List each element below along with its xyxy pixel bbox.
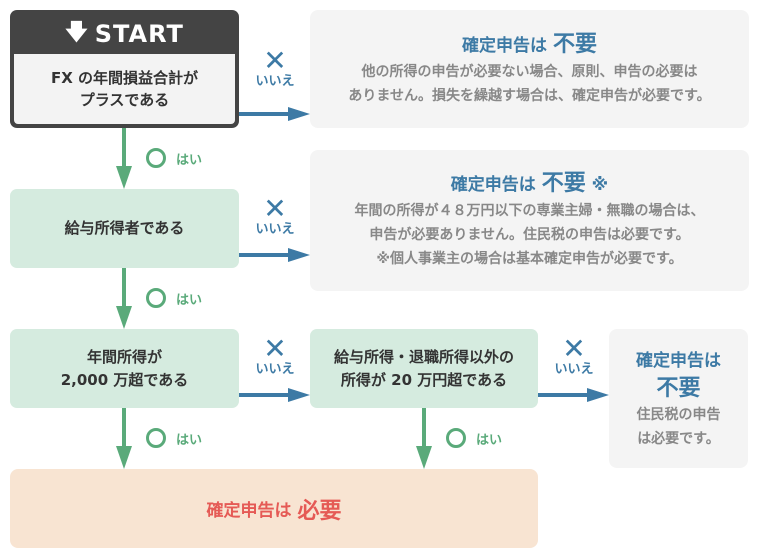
circle-icon bbox=[446, 428, 466, 448]
result-desc-line: 申告が必要ありません。住民税の申告は必要です。 bbox=[369, 227, 690, 243]
yes-label-2: はい bbox=[146, 288, 202, 308]
no-arrow-4 bbox=[538, 388, 609, 402]
result-not-required-2: 確定申告は 不要 ※ 年間の所得が４８万円以下の専業主婦・無職の場合は、 申告が… bbox=[310, 150, 749, 291]
result-desc-line: 住民税の申告 bbox=[636, 406, 721, 423]
result-desc-line: 年間の所得が４８万円以下の専業主婦・無職の場合は、 bbox=[354, 203, 705, 219]
circle-icon bbox=[146, 148, 166, 168]
result-title: 確定申告は 不要 bbox=[462, 31, 597, 60]
cross-icon: ✕ bbox=[263, 192, 287, 225]
no-arrow-3 bbox=[239, 388, 310, 402]
yes-text: はい bbox=[176, 292, 203, 308]
result-desc-line: 他の所得の申告が必要ない場合、原則、申告の必要は bbox=[361, 63, 698, 80]
yes-text: はい bbox=[176, 152, 203, 168]
result-title-text: 確定申告は bbox=[636, 350, 721, 371]
no-text: いいえ bbox=[255, 74, 295, 89]
no-label-2: ✕ いいえ bbox=[245, 192, 305, 238]
question-text-line: 所得が 20 万円超である bbox=[340, 370, 508, 389]
yes-text: はい bbox=[476, 432, 503, 448]
result-required: 確定申告は 必要 bbox=[10, 469, 538, 548]
cross-icon: ✕ bbox=[263, 44, 287, 77]
result-title-text: 確定申告は bbox=[206, 501, 292, 521]
result-emphasis: 不要 bbox=[656, 375, 701, 401]
yes-arrow-4 bbox=[416, 408, 432, 469]
start-header: 🡇 START bbox=[14, 14, 235, 54]
start-node: 🡇 START FX の年間損益合計が プラスである bbox=[10, 10, 239, 128]
question-salaried: 給与所得者である bbox=[10, 189, 239, 268]
no-text: いいえ bbox=[554, 362, 594, 377]
question-income-over-20m: 年間所得が 2,000 万超である bbox=[10, 329, 239, 408]
result-title-text: 確定申告は bbox=[462, 35, 548, 56]
question-text-line: プラスである bbox=[79, 91, 170, 109]
yes-label-3: はい bbox=[146, 428, 202, 448]
question-other-income-over-200k: 給与所得・退職所得以外の 所得が 20 万円超である bbox=[310, 329, 538, 408]
start-label: START bbox=[94, 20, 184, 48]
note-mark: ※ bbox=[591, 175, 609, 195]
no-arrow-2 bbox=[239, 248, 310, 262]
result-emphasis: 不要 bbox=[552, 31, 597, 57]
cross-icon: ✕ bbox=[562, 332, 586, 365]
yes-arrow-1 bbox=[116, 128, 132, 189]
question-text-line: 給与所得者である bbox=[64, 219, 185, 237]
no-arrow-1 bbox=[239, 107, 310, 121]
yes-label-4: はい bbox=[446, 428, 502, 448]
result-desc-line: は必要です。 bbox=[637, 430, 720, 447]
yes-label-1: はい bbox=[146, 148, 202, 168]
yes-arrow-2 bbox=[116, 268, 132, 329]
no-text: いいえ bbox=[255, 222, 295, 237]
yes-arrow-3 bbox=[116, 408, 132, 469]
question-text-line: 給与所得・退職所得以外の bbox=[333, 347, 514, 366]
result-not-required-3: 確定申告は 不要 住民税の申告 は必要です。 bbox=[609, 329, 748, 468]
no-text: いいえ bbox=[255, 362, 295, 377]
yes-text: はい bbox=[176, 432, 203, 448]
result-desc-line: ありません。損失を繰越す場合は、確定申告が必要です。 bbox=[348, 87, 711, 104]
no-label-3: ✕ いいえ bbox=[245, 332, 305, 378]
result-desc-line: ※個人事業主の場合は基本確定申告が必要です。 bbox=[376, 251, 683, 267]
question-fx-profit: FX の年間損益合計が プラスである bbox=[14, 54, 235, 124]
result-not-required-1: 確定申告は 不要 他の所得の申告が必要ない場合、原則、申告の必要は ありません。… bbox=[310, 10, 749, 128]
result-emphasis: 不要 bbox=[541, 171, 586, 196]
result-title-text: 確定申告は bbox=[450, 175, 536, 195]
no-label-1: ✕ いいえ bbox=[245, 44, 305, 90]
circle-icon bbox=[146, 428, 166, 448]
down-arrow-icon: 🡇 bbox=[65, 20, 89, 45]
circle-icon bbox=[146, 288, 166, 308]
question-text-line: 2,000 万超である bbox=[60, 370, 189, 389]
question-text-line: 年間所得が bbox=[86, 347, 162, 366]
result-title: 確定申告は 不要 ※ bbox=[451, 170, 608, 199]
result-emphasis: 必要 bbox=[297, 498, 342, 524]
no-label-4: ✕ いいえ bbox=[544, 332, 604, 378]
cross-icon: ✕ bbox=[263, 332, 287, 365]
question-text-line: FX の年間損益合計が bbox=[50, 69, 199, 87]
